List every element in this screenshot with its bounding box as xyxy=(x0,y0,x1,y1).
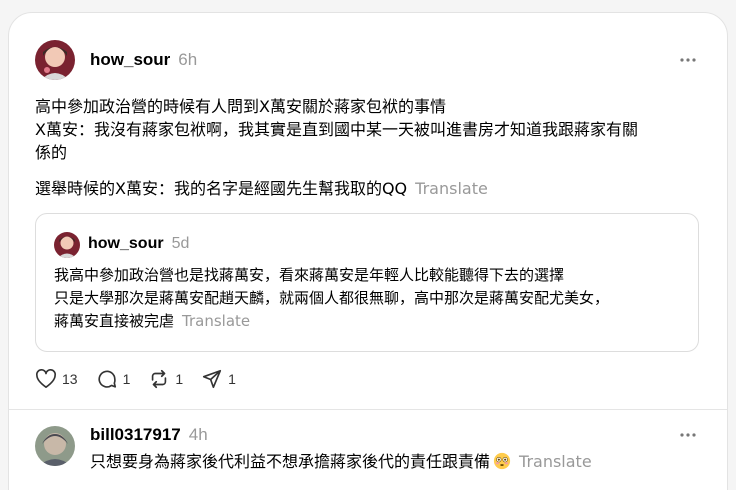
post-text-line: 只是大學那次是蔣萬安配趙天麟，就兩個人都很無聊，高中那次是蔣萬安配尤美女， xyxy=(54,289,610,307)
divider xyxy=(9,409,727,410)
username[interactable]: how_sour xyxy=(88,235,164,252)
quoted-avatar[interactable] xyxy=(54,232,80,258)
more-icon[interactable] xyxy=(679,426,697,444)
post-text-line: 蔣萬安直接被完虐 xyxy=(54,312,175,330)
post-time: 5d xyxy=(171,235,190,252)
like-button[interactable]: 13 xyxy=(35,369,78,389)
quoted-author[interactable]: how_sour 5d xyxy=(88,235,189,253)
avatar[interactable] xyxy=(35,426,75,466)
post-time: 4h xyxy=(188,425,208,444)
post-body-2: 選舉時候的X萬安：我的名字是經國先生幫我取的QQ Translate xyxy=(35,177,488,200)
translate-link[interactable]: Translate xyxy=(182,312,250,330)
comment-icon xyxy=(98,370,116,388)
comment-button[interactable]: 1 xyxy=(96,368,131,390)
comment-count: 1 xyxy=(122,371,131,387)
like-count: 13 xyxy=(62,371,78,387)
avatar-image xyxy=(35,426,75,466)
post-text-line: X萬安：我沒有蔣家包袱啊，我其實是直到國中某一天被叫進書房才知道我跟蔣家有關 xyxy=(35,120,638,139)
post-body: 高中參加政治營的時候有人問到X萬安關於蔣家包袱的事情 X萬安：我沒有蔣家包袱啊，… xyxy=(35,95,638,164)
post-text-line: 高中參加政治營的時候有人問到X萬安關於蔣家包袱的事情 xyxy=(35,97,446,116)
quoted-post[interactable]: how_sour 5d 我高中參加政治營也是找蔣萬安，看來蔣萬安是年輕人比較能聽得… xyxy=(35,213,699,352)
post-author[interactable]: how_sour 6h xyxy=(90,50,197,70)
share-button[interactable]: 1 xyxy=(201,368,236,390)
post-text-line: 只想要身為蔣家後代利益不想承擔蔣家後代的責任跟責備 xyxy=(90,452,491,471)
post-text-line: 選舉時候的X萬安：我的名字是經國先生幫我取的QQ xyxy=(35,179,408,198)
repost-button[interactable]: 1 xyxy=(148,368,183,390)
post-text-line: 我高中參加政治營也是找蔣萬安，看來蔣萬安是年輕人比較能聽得下去的選擇 xyxy=(54,266,565,284)
flushed-face-emoji xyxy=(493,452,511,476)
username[interactable]: bill0317917 xyxy=(90,425,181,444)
quoted-body: 我高中參加政治營也是找蔣萬安，看來蔣萬安是年輕人比較能聽得下去的選擇 只是大學那… xyxy=(54,264,609,333)
post-author[interactable]: bill0317917 4h xyxy=(90,425,208,445)
avatar-image xyxy=(35,40,75,80)
post-time: 6h xyxy=(178,50,198,69)
avatar[interactable] xyxy=(35,40,75,80)
avatar-image xyxy=(54,232,80,258)
more-icon[interactable] xyxy=(679,51,697,69)
share-count: 1 xyxy=(228,371,236,387)
repost-count: 1 xyxy=(175,371,184,387)
translate-link[interactable]: Translate xyxy=(519,452,592,471)
translate-link[interactable]: Translate xyxy=(415,179,488,198)
heart-icon xyxy=(36,369,56,388)
post-body: 只想要身為蔣家後代利益不想承擔蔣家後代的責任跟責備 Translate xyxy=(90,450,592,476)
username[interactable]: how_sour xyxy=(90,50,170,69)
post-text-line: 係的 xyxy=(35,143,68,162)
share-icon xyxy=(203,369,222,389)
feed-card: how_sour 6h 高中參加政治營的時候有人問到X萬安關於蔣家包袱的事情 X萬… xyxy=(8,12,728,490)
post-actions: 13 1 1 1 xyxy=(35,368,254,390)
repost-icon xyxy=(152,369,167,389)
